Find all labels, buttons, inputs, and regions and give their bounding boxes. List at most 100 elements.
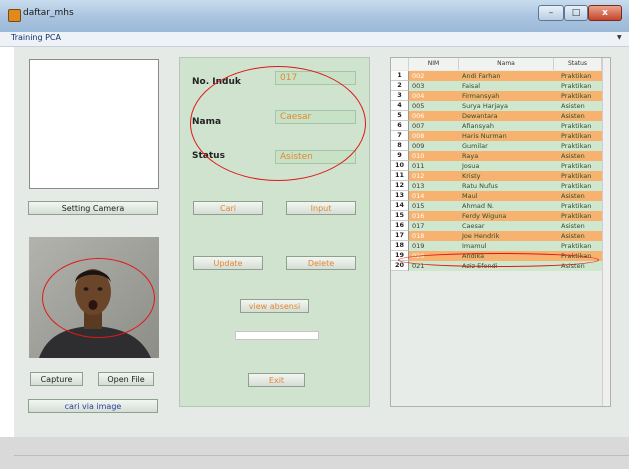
cell-nama[interactable]: Gumilar (459, 141, 554, 151)
cell-nama[interactable]: Caesar (459, 221, 554, 231)
cell-nim[interactable]: 017 (409, 221, 459, 231)
cari-via-image-button[interactable]: cari via image (28, 399, 158, 413)
cell-nama[interactable]: Maul (459, 191, 554, 201)
cell-nama[interactable]: Joe Hendrik (459, 231, 554, 241)
cell-nim[interactable]: 005 (409, 101, 459, 111)
cell-nama[interactable]: Ahmad N. (459, 201, 554, 211)
cell-nama[interactable]: Raya (459, 151, 554, 161)
row-number: 1 (391, 71, 409, 81)
minimize-button[interactable]: – (538, 5, 564, 21)
cell-status[interactable]: Praktikan (554, 131, 602, 141)
cell-status[interactable]: Praktikan (554, 171, 602, 181)
cell-nim[interactable]: 018 (409, 231, 459, 241)
header-status[interactable]: Status (554, 58, 602, 70)
cell-nama[interactable]: Ratu Nufus (459, 181, 554, 191)
cell-nama[interactable]: Kristy (459, 171, 554, 181)
row-number: 6 (391, 121, 409, 131)
cell-nim[interactable]: 002 (409, 71, 459, 81)
row-number: 11 (391, 171, 409, 181)
cell-status[interactable]: Asisten (554, 191, 602, 201)
setting-camera-button[interactable]: Setting Camera (28, 201, 158, 215)
row-number: 13 (391, 191, 409, 201)
cell-nama[interactable]: Ferdy Wiguna (459, 211, 554, 221)
cell-nim[interactable]: 012 (409, 171, 459, 181)
row-number: 5 (391, 111, 409, 121)
annotation-ellipse-face (42, 258, 155, 338)
header-nim[interactable]: NIM (409, 58, 459, 70)
cell-status[interactable]: Asisten (554, 111, 602, 121)
cell-nama[interactable]: Faisal (459, 81, 554, 91)
window-title: daftar_mhs (23, 8, 74, 18)
cell-nama[interactable]: Dewantara (459, 111, 554, 121)
cell-status[interactable]: Asisten (554, 231, 602, 241)
cell-nim[interactable]: 010 (409, 151, 459, 161)
cell-nim[interactable]: 006 (409, 111, 459, 121)
exit-button[interactable]: Exit (248, 373, 305, 387)
delete-button[interactable]: Delete (286, 256, 356, 270)
status-bar (0, 437, 629, 469)
cell-status[interactable]: Praktikan (554, 81, 602, 91)
matlab-figure-icon (8, 9, 21, 22)
cell-nama[interactable]: Andi Farhan (459, 71, 554, 81)
cell-status[interactable]: Praktikan (554, 181, 602, 191)
title-bar (0, 0, 629, 32)
cell-status[interactable]: Asisten (554, 151, 602, 161)
row-number: 15 (391, 211, 409, 221)
cell-status[interactable]: Praktikan (554, 211, 602, 221)
row-number: 7 (391, 131, 409, 141)
cell-nama[interactable]: Haris Nurman (459, 131, 554, 141)
cell-status[interactable]: Praktikan (554, 121, 602, 131)
row-number: 12 (391, 181, 409, 191)
row-number: 10 (391, 161, 409, 171)
close-button[interactable]: x (588, 5, 622, 21)
cell-status[interactable]: Asisten (554, 101, 602, 111)
cell-nim[interactable]: 013 (409, 181, 459, 191)
image-preview-box (29, 59, 159, 189)
cell-nim[interactable]: 011 (409, 161, 459, 171)
table-scrollbar[interactable] (602, 58, 610, 406)
annotation-ellipse-row (398, 253, 599, 267)
capture-button[interactable]: Capture (30, 372, 83, 386)
cell-nim[interactable]: 009 (409, 141, 459, 151)
table-corner (391, 58, 409, 70)
cell-nim[interactable]: 008 (409, 131, 459, 141)
row-number: 17 (391, 231, 409, 241)
menu-arrow-icon[interactable]: ▼ (617, 34, 622, 41)
cari-button[interactable]: Cari (193, 201, 263, 215)
row-number: 3 (391, 91, 409, 101)
annotation-ellipse-form (190, 66, 366, 181)
status-divider (14, 455, 629, 456)
cell-status[interactable]: Praktikan (554, 71, 602, 81)
update-button[interactable]: Update (193, 256, 263, 270)
cell-nim[interactable]: 014 (409, 191, 459, 201)
cell-nama[interactable]: Surya Harjaya (459, 101, 554, 111)
cell-nim[interactable]: 016 (409, 211, 459, 221)
cell-nama[interactable]: Firmansyah (459, 91, 554, 101)
cell-nim[interactable]: 019 (409, 241, 459, 251)
row-number: 16 (391, 221, 409, 231)
cell-nim[interactable]: 003 (409, 81, 459, 91)
input-button[interactable]: Input (286, 201, 356, 215)
row-number: 8 (391, 141, 409, 151)
cell-status[interactable]: Praktikan (554, 241, 602, 251)
cell-nama[interactable]: Imamul (459, 241, 554, 251)
cell-status[interactable]: Praktikan (554, 201, 602, 211)
open-file-button[interactable]: Open File (98, 372, 154, 386)
cell-status[interactable]: Praktikan (554, 141, 602, 151)
cell-nama[interactable]: Afiansyah (459, 121, 554, 131)
maximize-button[interactable]: □ (564, 5, 588, 21)
cell-nim[interactable]: 004 (409, 91, 459, 101)
menu-training-pca[interactable]: Training PCA (11, 33, 61, 42)
view-absensi-button[interactable]: view absensi (240, 299, 309, 313)
cell-status[interactable]: Praktikan (554, 161, 602, 171)
cell-status[interactable]: Asisten (554, 221, 602, 231)
menu-bar (0, 32, 629, 47)
cell-nama[interactable]: Josua (459, 161, 554, 171)
cell-nim[interactable]: 007 (409, 121, 459, 131)
row-number: 18 (391, 241, 409, 251)
row-number: 4 (391, 101, 409, 111)
row-number: 9 (391, 151, 409, 161)
cell-status[interactable]: Praktikan (554, 91, 602, 101)
cell-nim[interactable]: 015 (409, 201, 459, 211)
header-nama[interactable]: Nama (459, 58, 554, 70)
